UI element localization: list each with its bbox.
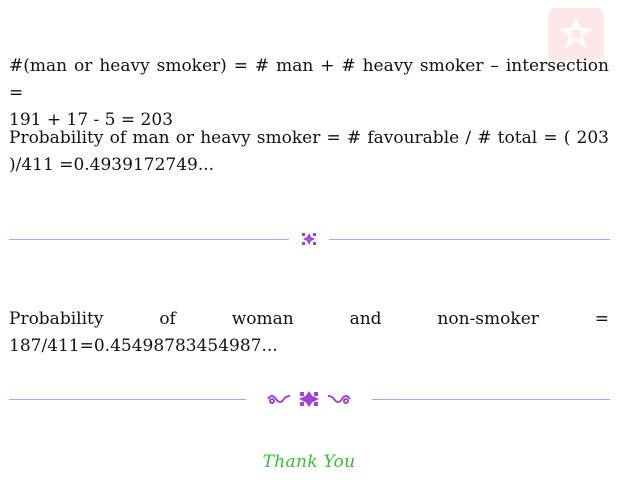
- divider-rule-left: [9, 399, 246, 400]
- divider-rule-right: [329, 239, 610, 240]
- floral-ornament-icon: [302, 233, 316, 245]
- section-divider: [9, 229, 610, 249]
- union-probability-line-2: )/411 =0.4939172749...: [9, 155, 215, 175]
- divider-rule-left: [9, 239, 289, 240]
- union-probability-paragraph: Probability of man or heavy smoker = # f…: [9, 125, 609, 179]
- union-count-paragraph: #(man or heavy smoker) = # man + # heavy…: [9, 53, 609, 134]
- closing-divider: [9, 389, 610, 409]
- union-count-line-1: #(man or heavy smoker) = # man + # heavy…: [9, 56, 609, 103]
- scroll-ornament-icon: [267, 391, 351, 407]
- woman-nonsmoker-paragraph: Probability of woman and non-smoker = 18…: [9, 309, 609, 356]
- divider-rule-right: [372, 399, 610, 400]
- thank-you-text: Thank You: [262, 452, 356, 472]
- union-probability-line-1: Probability of man or heavy smoker = # f…: [9, 128, 609, 148]
